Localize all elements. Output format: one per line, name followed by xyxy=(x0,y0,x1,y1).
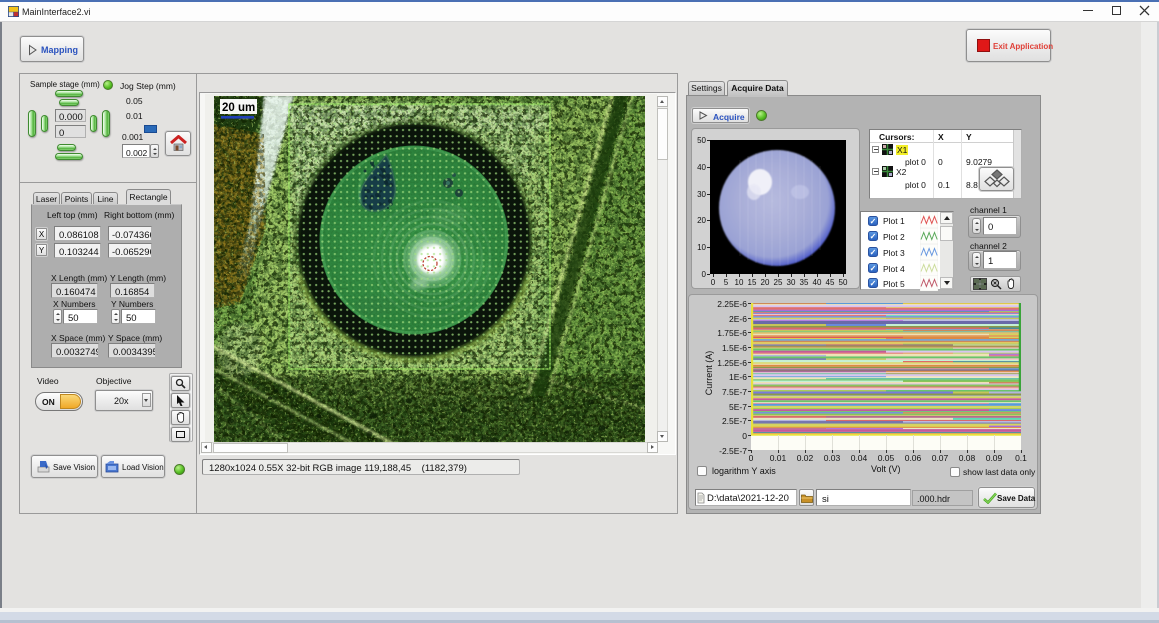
svg-text:20 um: 20 um xyxy=(222,102,255,114)
